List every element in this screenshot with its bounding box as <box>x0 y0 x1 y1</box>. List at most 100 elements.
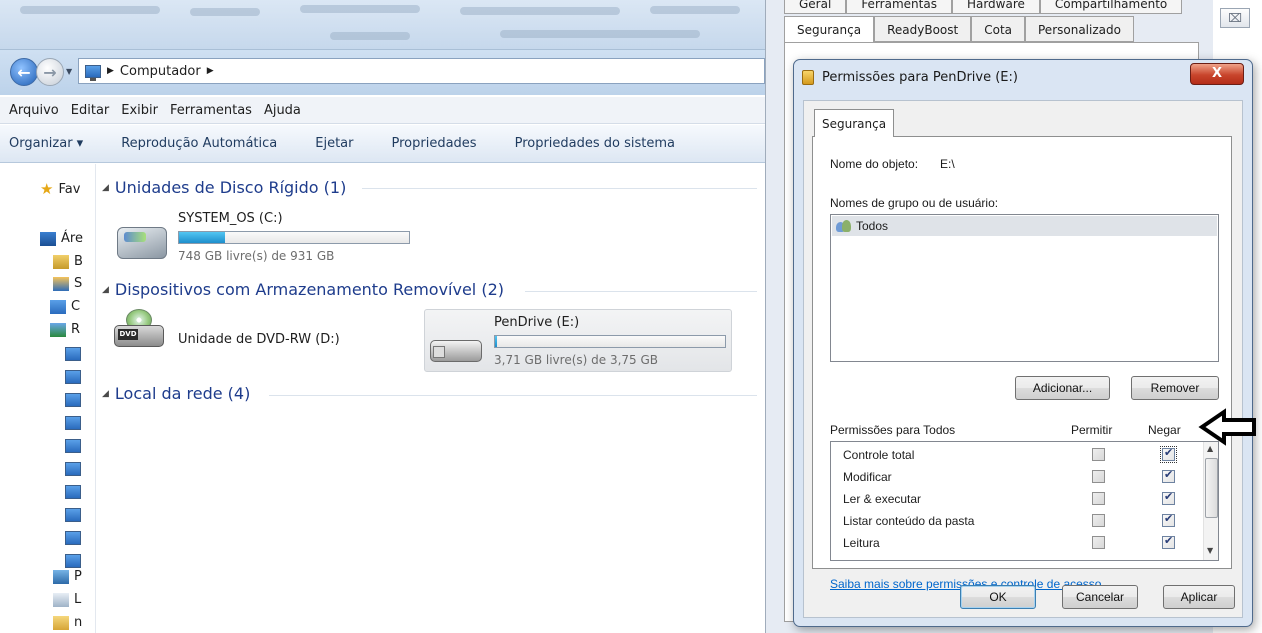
forward-button[interactable]: → <box>36 58 64 86</box>
cancel-button[interactable]: Cancelar <box>1062 585 1138 609</box>
permission-name: Ler & executar <box>843 492 922 506</box>
group-divider <box>269 395 757 396</box>
permission-name: Leitura <box>843 536 880 550</box>
close-icon: ⌧ <box>1228 11 1242 25</box>
breadcrumb-computador[interactable]: Computador <box>120 64 201 79</box>
sidebar-item-user[interactable]: S <box>53 276 82 291</box>
group-divider <box>525 291 757 292</box>
network-computer-icon[interactable] <box>65 416 81 430</box>
organize-button[interactable]: Organizar ▾ <box>9 136 83 151</box>
remove-button[interactable]: Remover <box>1131 376 1219 400</box>
drive-e[interactable]: PenDrive (E:) 3,71 GB livre(s) de 3,75 G… <box>424 309 732 372</box>
autoplay-button[interactable]: Reprodução Automática <box>121 136 277 151</box>
deny-checkbox[interactable] <box>1162 490 1175 505</box>
group-header-hdd[interactable]: ◢ Unidades de Disco Rígido (1) <box>102 178 346 197</box>
tab-geral[interactable]: Geral <box>784 0 847 14</box>
deny-checkbox[interactable] <box>1162 512 1175 527</box>
sidebar-item-folder[interactable]: n <box>53 615 82 630</box>
deny-checkbox[interactable] <box>1162 534 1175 549</box>
network-computer-icon[interactable] <box>65 485 81 499</box>
ok-button[interactable]: OK <box>960 585 1036 609</box>
sidebar-item-favorites[interactable]: ★ Fav <box>40 180 80 198</box>
allow-checkbox[interactable] <box>1092 514 1105 527</box>
add-button[interactable]: Adicionar... <box>1015 376 1110 400</box>
tab-seguranca[interactable]: Segurança <box>814 109 895 137</box>
collapse-icon[interactable]: ◢ <box>102 285 109 295</box>
network-computer-icon[interactable] <box>65 531 81 545</box>
collapse-icon[interactable]: ◢ <box>102 389 109 399</box>
drive-usage-fill <box>495 336 498 347</box>
menu-ferramentas[interactable]: Ferramentas <box>170 103 252 118</box>
eject-button[interactable]: Ejetar <box>315 136 353 151</box>
sidebar-item-recycle-bin[interactable]: L <box>53 592 81 607</box>
computer-icon <box>50 299 66 314</box>
close-button[interactable]: ⌧ <box>1220 8 1250 28</box>
properties-tabs-top: Geral Ferramentas Hardware Compartilhame… <box>784 0 1183 14</box>
dvd-drive-icon: DVD <box>114 309 164 349</box>
tab-ferramentas[interactable]: Ferramentas <box>846 0 952 14</box>
menu-bar: Arquivo Editar Exibir Ferramentas Ajuda <box>0 97 765 124</box>
allow-checkbox[interactable] <box>1092 492 1105 505</box>
menu-exibir[interactable]: Exibir <box>121 103 158 118</box>
tab-readyboost[interactable]: ReadyBoost <box>874 16 972 42</box>
object-name-label: Nome do objeto: <box>830 157 919 171</box>
network-computer-icon[interactable] <box>65 508 81 522</box>
network-computer-icon[interactable] <box>65 370 81 384</box>
tab-hardware[interactable]: Hardware <box>951 0 1040 14</box>
tab-cota[interactable]: Cota <box>971 16 1025 42</box>
sidebar-item-label: R <box>71 322 81 337</box>
scrollbar-thumb[interactable] <box>1205 458 1218 518</box>
deny-checkbox[interactable] <box>1160 446 1177 463</box>
list-item[interactable]: Todos <box>832 216 1217 236</box>
properties-button[interactable]: Propriedades <box>392 136 477 151</box>
permissions-label: Permissões para Todos <box>830 423 956 437</box>
network-computer-icon[interactable] <box>65 462 81 476</box>
drive-name: Unidade de DVD-RW (D:) <box>178 332 340 347</box>
group-header-removable[interactable]: ◢ Dispositivos com Armazenamento Removív… <box>102 280 504 299</box>
usb-drive-icon <box>430 340 482 362</box>
deny-checkbox[interactable] <box>1162 468 1175 483</box>
table-row: Leitura <box>831 532 1201 554</box>
allow-checkbox[interactable] <box>1092 470 1105 483</box>
star-icon: ★ <box>40 180 54 198</box>
group-header-network[interactable]: ◢ Local da rede (4) <box>102 384 250 403</box>
tab-seguranca[interactable]: Segurança <box>784 16 875 44</box>
vertical-scrollbar[interactable]: ▲ ▼ <box>1203 442 1218 560</box>
allow-checkbox[interactable] <box>1092 448 1105 461</box>
sidebar-item-network[interactable]: R <box>50 322 80 337</box>
users-list[interactable]: Todos <box>830 214 1219 362</box>
users-group-icon <box>836 219 852 233</box>
address-bar[interactable]: ▶ Computador ▶ <box>78 58 765 84</box>
drive-usage-bar <box>494 335 726 348</box>
network-computer-icon[interactable] <box>65 393 81 407</box>
scroll-down-icon[interactable]: ▼ <box>1207 546 1213 555</box>
menu-arquivo[interactable]: Arquivo <box>9 103 59 118</box>
apply-button[interactable]: Aplicar <box>1163 585 1235 609</box>
menu-ajuda[interactable]: Ajuda <box>264 103 301 118</box>
collapse-icon[interactable]: ◢ <box>102 183 109 193</box>
tab-personalizado[interactable]: Personalizado <box>1025 16 1134 42</box>
history-dropdown-icon[interactable]: ▼ <box>66 67 72 76</box>
back-button[interactable]: ← <box>10 58 38 86</box>
breadcrumb-separator-icon[interactable]: ▶ <box>107 66 114 76</box>
close-button[interactable]: X <box>1190 63 1244 85</box>
hard-disk-icon <box>117 227 167 259</box>
permission-name: Modificar <box>843 470 892 484</box>
sidebar-item-libraries[interactable]: B <box>53 254 83 269</box>
sidebar-item-control-panel[interactable]: P <box>53 569 82 584</box>
breadcrumb-separator-icon[interactable]: ▶ <box>207 66 214 76</box>
system-properties-button[interactable]: Propriedades do sistema <box>515 136 675 151</box>
sidebar-item-computer[interactable]: C <box>50 299 80 314</box>
network-computer-icon[interactable] <box>65 347 81 361</box>
sidebar-item-desktop[interactable]: Áre <box>40 231 83 246</box>
drive-usage-fill <box>179 232 225 243</box>
recycle-bin-icon <box>53 592 69 607</box>
network-computer-icon[interactable] <box>65 439 81 453</box>
allow-checkbox[interactable] <box>1092 536 1105 549</box>
sidebar-item-label: L <box>74 592 82 607</box>
menu-editar[interactable]: Editar <box>71 103 110 118</box>
permission-name: Listar conteúdo da pasta <box>843 514 975 528</box>
folder-lock-icon <box>802 70 814 85</box>
network-computer-icon[interactable] <box>65 554 81 568</box>
tab-compartilhamento[interactable]: Compartilhamento <box>1039 0 1183 14</box>
